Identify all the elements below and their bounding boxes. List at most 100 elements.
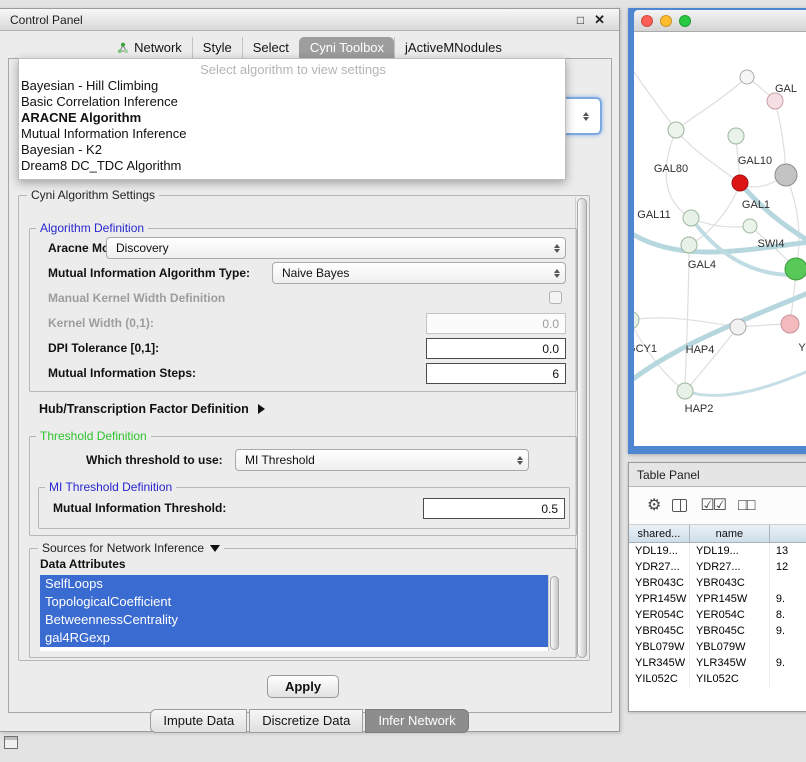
zoom-icon[interactable] (679, 15, 691, 27)
list-scrollbar[interactable] (548, 575, 560, 651)
manual-kernel-width-checkbox[interactable] (549, 291, 562, 304)
table-row[interactable]: YIL052CYIL052C (629, 671, 806, 687)
network-node[interactable] (634, 311, 639, 329)
network-node[interactable] (730, 319, 746, 335)
network-window-titlebar[interactable] (634, 10, 806, 32)
network-edge[interactable] (634, 318, 738, 327)
table-panel-titlebar[interactable]: Table Panel (629, 463, 806, 487)
node-label: HAP4 (686, 344, 715, 356)
network-node[interactable] (767, 93, 783, 109)
table-cell: YER054C (629, 607, 690, 623)
network-edge[interactable] (786, 175, 799, 269)
kernel-width-field[interactable]: 0.0 (426, 313, 566, 334)
tab-select[interactable]: Select (242, 37, 299, 59)
network-edge[interactable] (676, 77, 747, 130)
expand-triangle-icon[interactable] (258, 404, 265, 414)
network-node[interactable] (740, 70, 754, 84)
dpi-tolerance-field[interactable]: 0.0 (426, 338, 566, 359)
network-node[interactable] (732, 175, 748, 191)
mi-steps-label: Mutual Information Steps: (48, 362, 196, 384)
table-body: YDL19...YDL19...13YDR27...YDR27...12YBR0… (629, 543, 806, 687)
network-node[interactable] (785, 258, 806, 280)
tab-cyni-toolbox[interactable]: Cyni Toolbox (299, 37, 394, 59)
tab-label: Style (203, 40, 232, 55)
table-toolbar: ⚙ ☑☑ □□ (629, 487, 806, 525)
close-icon[interactable] (641, 15, 653, 27)
gear-icon[interactable]: ⚙ (647, 498, 659, 514)
mi-threshold-definition-group: MI Threshold Definition Mutual Informati… (38, 487, 570, 529)
tab-style[interactable]: Style (192, 37, 242, 59)
network-node[interactable] (677, 383, 693, 399)
network-node[interactable] (743, 219, 757, 233)
table-row[interactable]: YER054CYER054C8. (629, 607, 806, 623)
node-label: GCY1 (634, 343, 657, 355)
bottom-tab-discretize-data[interactable]: Discretize Data (249, 709, 363, 733)
network-node[interactable] (681, 237, 697, 253)
sources-toggle[interactable]: Sources for Network Inference (38, 541, 224, 555)
network-node[interactable] (775, 164, 797, 186)
mi-algorithm-type-combobox[interactable]: Naive Bayes (272, 262, 566, 284)
table-row[interactable]: YDL19...YDL19...13 (629, 543, 806, 559)
combobox-arrows-icon (578, 112, 594, 121)
network-node[interactable] (683, 210, 699, 226)
apply-button[interactable]: Apply (267, 675, 339, 698)
network-graph[interactable]: GAL80GAL10GAL11GAL1SWI4GAL4GCY1HAP4HAP2G… (634, 32, 806, 446)
data-attribute-item[interactable]: BetweennessCentrality (40, 611, 548, 629)
mi-steps-field[interactable]: 6 (426, 363, 566, 384)
table-row[interactable]: YBR045CYBR045C9. (629, 623, 806, 639)
network-canvas[interactable]: GAL80GAL10GAL11GAL1SWI4GAL4GCY1HAP4HAP2G… (634, 32, 806, 446)
manual-kernel-width-label: Manual Kernel Width Definition (48, 287, 225, 309)
mi-threshold-field[interactable]: 0.5 (423, 498, 565, 519)
algorithm-option[interactable]: ARACNE Algorithm (19, 110, 565, 126)
collapse-triangle-icon[interactable] (210, 545, 220, 552)
which-threshold-combobox[interactable]: MI Threshold (235, 449, 529, 471)
bottom-tab-impute-data[interactable]: Impute Data (150, 709, 247, 733)
scrollbar-thumb[interactable] (550, 576, 559, 650)
algorithm-combobox[interactable] (560, 97, 602, 135)
data-attribute-item[interactable]: TopologicalCoefficient (40, 593, 548, 611)
float-window-icon[interactable]: □ (577, 14, 584, 26)
network-edge[interactable] (634, 320, 685, 391)
column-header[interactable] (770, 525, 806, 542)
algorithm-option[interactable]: Bayesian - Hill Climbing (19, 78, 565, 94)
algorithm-option[interactable]: Dream8 DC_TDC Algorithm (19, 158, 565, 174)
table-row[interactable]: YDR27...YDR27...12 (629, 559, 806, 575)
network-node[interactable] (668, 122, 684, 138)
cyni-algorithm-settings-group: Cyni Algorithm Settings Algorithm Defini… (18, 195, 590, 661)
select-all-icon[interactable]: ☑☑ (700, 498, 725, 514)
restore-panel-icon[interactable] (4, 736, 18, 749)
column-header[interactable]: name (690, 525, 770, 542)
minimize-icon[interactable] (660, 15, 672, 27)
algorithm-option[interactable]: Basic Correlation Inference (19, 94, 565, 110)
tab-network[interactable]: Network (107, 37, 192, 59)
algorithm-option[interactable]: Mutual Information Inference (19, 126, 565, 142)
bottom-tab-infer-network[interactable]: Infer Network (365, 709, 468, 733)
table-row[interactable]: YLR345WYLR345W9. (629, 655, 806, 671)
data-attribute-item[interactable]: SelfLoops (40, 575, 548, 593)
network-node[interactable] (781, 315, 799, 333)
node-label: Y (798, 342, 806, 354)
hub-tf-definition-toggle[interactable]: Hub/Transcription Factor Definition (39, 402, 265, 416)
data-attribute-item[interactable]: gal4RGexp (40, 629, 548, 647)
combobox-arrows-icon (549, 269, 565, 278)
deselect-all-icon[interactable]: □□ (738, 498, 753, 514)
network-edge[interactable] (634, 72, 676, 130)
algorithm-option[interactable]: Bayesian - K2 (19, 142, 565, 158)
table-row[interactable]: YBL079WYBL079W (629, 639, 806, 655)
tab-jactivemnodules[interactable]: jActiveMNodules (394, 37, 512, 59)
column-header[interactable]: shared... (629, 525, 690, 542)
network-view-window: GAL80GAL10GAL11GAL1SWI4GAL4GCY1HAP4HAP2G… (628, 8, 806, 454)
network-edge[interactable] (691, 218, 750, 227)
table-row[interactable]: YPR145WYPR145W9. (629, 591, 806, 607)
scrollbar-thumb[interactable] (577, 198, 587, 658)
which-threshold-label: Which threshold to use: (86, 449, 223, 471)
table-panel-title: Table Panel (637, 468, 700, 482)
table-cell: YPR145W (690, 591, 770, 607)
close-icon[interactable]: ✕ (594, 14, 605, 26)
columns-icon[interactable] (672, 499, 687, 512)
control-panel-titlebar[interactable]: Control Panel □ ✕ (0, 9, 619, 31)
network-edge[interactable] (685, 362, 806, 395)
aracne-mode-combobox[interactable]: Discovery (106, 237, 566, 259)
network-node[interactable] (728, 128, 744, 144)
table-row[interactable]: YBR043CYBR043C (629, 575, 806, 591)
